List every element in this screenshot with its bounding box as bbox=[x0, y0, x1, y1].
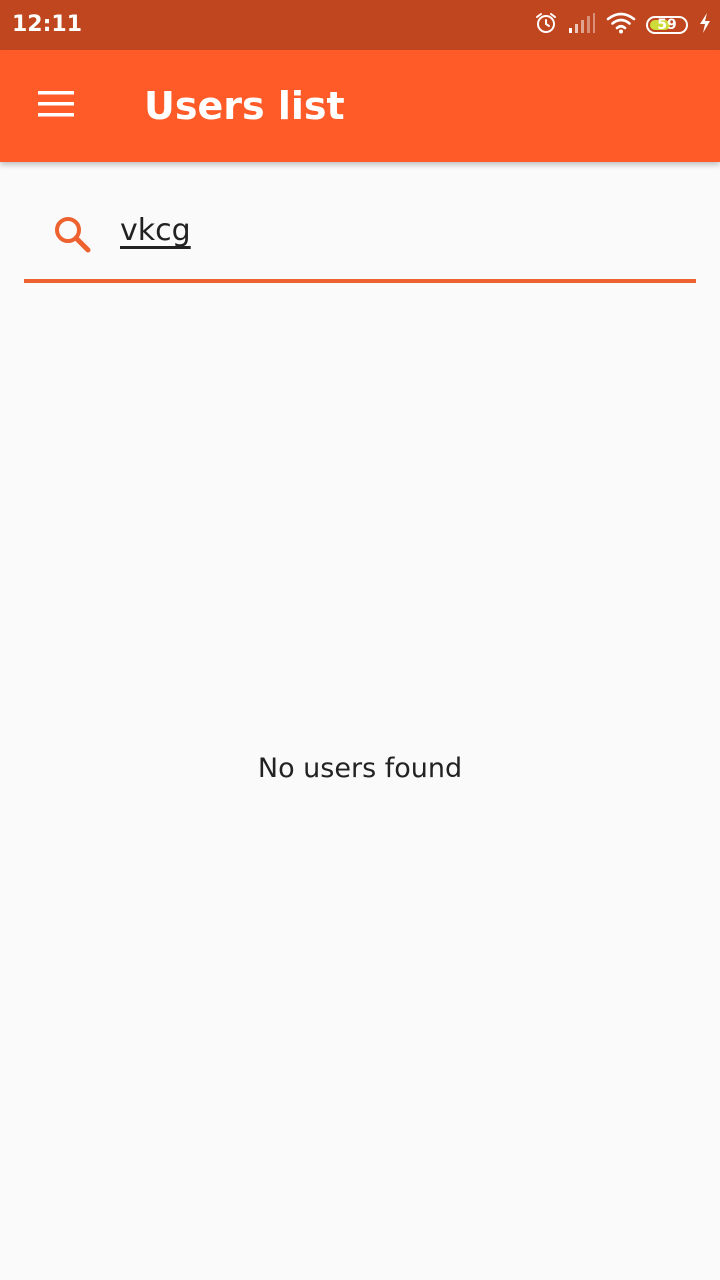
empty-state-message: No users found bbox=[257, 753, 463, 784]
status-bar: 12:11 59 bbox=[0, 0, 720, 50]
search-underline bbox=[24, 279, 696, 283]
wifi-icon bbox=[606, 12, 636, 39]
status-time: 12:11 bbox=[12, 12, 83, 37]
status-icons: 59 bbox=[534, 12, 712, 38]
search-icon bbox=[52, 214, 92, 254]
charging-icon bbox=[698, 12, 712, 39]
search-bar bbox=[24, 162, 696, 284]
signal-icon bbox=[568, 12, 596, 39]
app-bar: Users list bbox=[0, 50, 720, 162]
page-title: Users list bbox=[144, 84, 345, 128]
battery-icon: 59 bbox=[646, 16, 688, 34]
hamburger-menu-button[interactable] bbox=[24, 74, 88, 138]
alarm-icon bbox=[534, 11, 558, 40]
search-input[interactable] bbox=[120, 206, 680, 256]
hamburger-menu-icon bbox=[38, 90, 74, 122]
battery-percent: 59 bbox=[657, 17, 677, 33]
